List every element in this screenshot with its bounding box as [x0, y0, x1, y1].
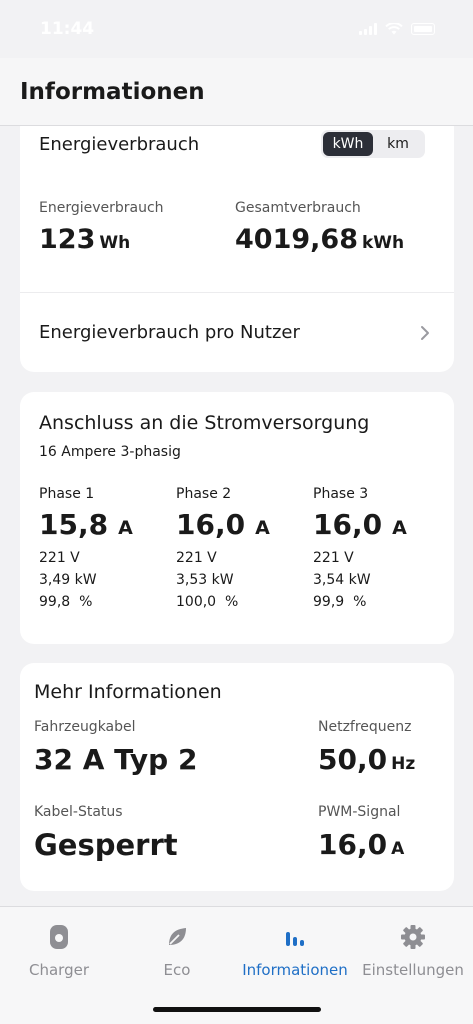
status-bar: 11:44	[0, 0, 473, 58]
phase-current-value: 16,0	[176, 508, 246, 541]
phase-voltage: 221 V	[313, 550, 354, 566]
phase-current: 15,8 A	[39, 508, 159, 541]
phase-3: Phase 3 16,0 A 221 V 3,54 kW 99,9 %	[313, 486, 433, 613]
header: Informationen	[0, 58, 473, 126]
frequency-label: Netzfrequenz	[318, 719, 412, 735]
unit-toggle-kwh[interactable]: kWh	[323, 132, 373, 156]
phase-current-value: 15,8	[39, 508, 109, 541]
energy-card: Energieverbrauch kWh km Energieverbrauch…	[20, 126, 454, 372]
frequency-number: 50,0	[318, 743, 388, 776]
phase-power: 3,49 kW	[39, 572, 97, 588]
unit-toggle-km[interactable]: km	[373, 132, 423, 156]
cable-status-value: Gesperrt	[34, 828, 178, 862]
phase-current-value: 16,0	[313, 508, 383, 541]
phase-1: Phase 1 15,8 A 221 V 3,49 kW 99,8 %	[39, 486, 159, 613]
power-card-title: Anschluss an die Stromversorgung	[39, 412, 370, 434]
tab-label: Eco	[163, 961, 191, 979]
tab-eco[interactable]: Eco	[118, 923, 236, 979]
pwm-value: 16,0 A	[318, 828, 404, 861]
pwm-unit: A	[391, 839, 405, 859]
phase-current-unit: A	[392, 517, 407, 539]
phase-percent: 99,8 %	[39, 594, 93, 610]
cable-label: Fahrzeugkabel	[34, 719, 136, 735]
bar-chart-icon	[281, 923, 309, 951]
total-unit: kWh	[361, 233, 405, 253]
phase-current-unit: A	[118, 517, 133, 539]
power-card-subtitle: 16 Ampere 3-phasig	[39, 444, 181, 460]
consumption-unit: Wh	[99, 233, 131, 253]
tab-charger[interactable]: Charger	[0, 923, 118, 979]
tab-label: Charger	[29, 961, 89, 979]
phase-2: Phase 2 16,0 A 221 V 3,53 kW 100,0 %	[176, 486, 296, 613]
more-info-card: Mehr Informationen Fahrzeugkabel 32 A Ty…	[20, 663, 454, 891]
unit-toggle[interactable]: kWh km	[321, 130, 425, 158]
gear-icon	[399, 923, 427, 951]
page-title: Informationen	[20, 78, 205, 105]
tab-label: Einstellungen	[362, 961, 464, 979]
status-time: 11:44	[40, 19, 95, 39]
phase-name: Phase 1	[39, 486, 95, 502]
phase-power: 3,53 kW	[176, 572, 234, 588]
per-user-label: Energieverbrauch pro Nutzer	[39, 322, 300, 343]
tab-einstellungen[interactable]: Einstellungen	[354, 923, 472, 979]
home-indicator	[153, 1007, 321, 1012]
phase-current: 16,0 A	[313, 508, 433, 541]
phase-details: 221 V 3,49 kW 99,8 %	[39, 547, 159, 613]
leaf-icon	[163, 923, 191, 951]
phase-current-unit: A	[255, 517, 270, 539]
phase-power: 3,54 kW	[313, 572, 371, 588]
battery-icon	[411, 23, 435, 35]
charger-icon	[45, 923, 73, 951]
pwm-label: PWM-Signal	[318, 804, 401, 820]
content-scroll[interactable]: Energieverbrauch kWh km Energieverbrauch…	[0, 126, 473, 906]
phase-current: 16,0 A	[176, 508, 296, 541]
tab-informationen[interactable]: Informationen	[236, 923, 354, 979]
phase-details: 221 V 3,53 kW 100,0 %	[176, 547, 296, 613]
pwm-number: 16,0	[318, 828, 388, 861]
energy-card-title: Energieverbrauch	[39, 134, 200, 155]
cable-value: 32 A Typ 2	[34, 743, 198, 776]
phase-details: 221 V 3,54 kW 99,9 %	[313, 547, 433, 613]
power-supply-card: Anschluss an die Stromversorgung 16 Ampe…	[20, 392, 454, 644]
phase-name: Phase 3	[313, 486, 369, 502]
frequency-unit: Hz	[391, 754, 416, 774]
phase-percent: 100,0 %	[176, 594, 239, 610]
consumption-number: 123	[39, 224, 96, 255]
tab-label: Informationen	[242, 961, 348, 979]
more-info-title: Mehr Informationen	[34, 681, 222, 703]
total-value: 4019,68 kWh	[235, 224, 404, 255]
phase-voltage: 221 V	[39, 550, 80, 566]
wifi-icon	[385, 23, 403, 35]
per-user-row[interactable]: Energieverbrauch pro Nutzer	[20, 293, 454, 372]
phase-percent: 99,9 %	[313, 594, 367, 610]
frequency-value: 50,0 Hz	[318, 743, 415, 776]
phase-voltage: 221 V	[176, 550, 217, 566]
phase-name: Phase 2	[176, 486, 232, 502]
chevron-right-icon	[421, 325, 429, 340]
consumption-value: 123 Wh	[39, 224, 130, 255]
total-label: Gesamtverbrauch	[235, 200, 361, 216]
cellular-signal-icon	[359, 23, 377, 35]
total-number: 4019,68	[235, 224, 358, 255]
status-icons	[359, 23, 435, 35]
consumption-label: Energieverbrauch	[39, 200, 164, 216]
cable-status-label: Kabel-Status	[34, 804, 123, 820]
